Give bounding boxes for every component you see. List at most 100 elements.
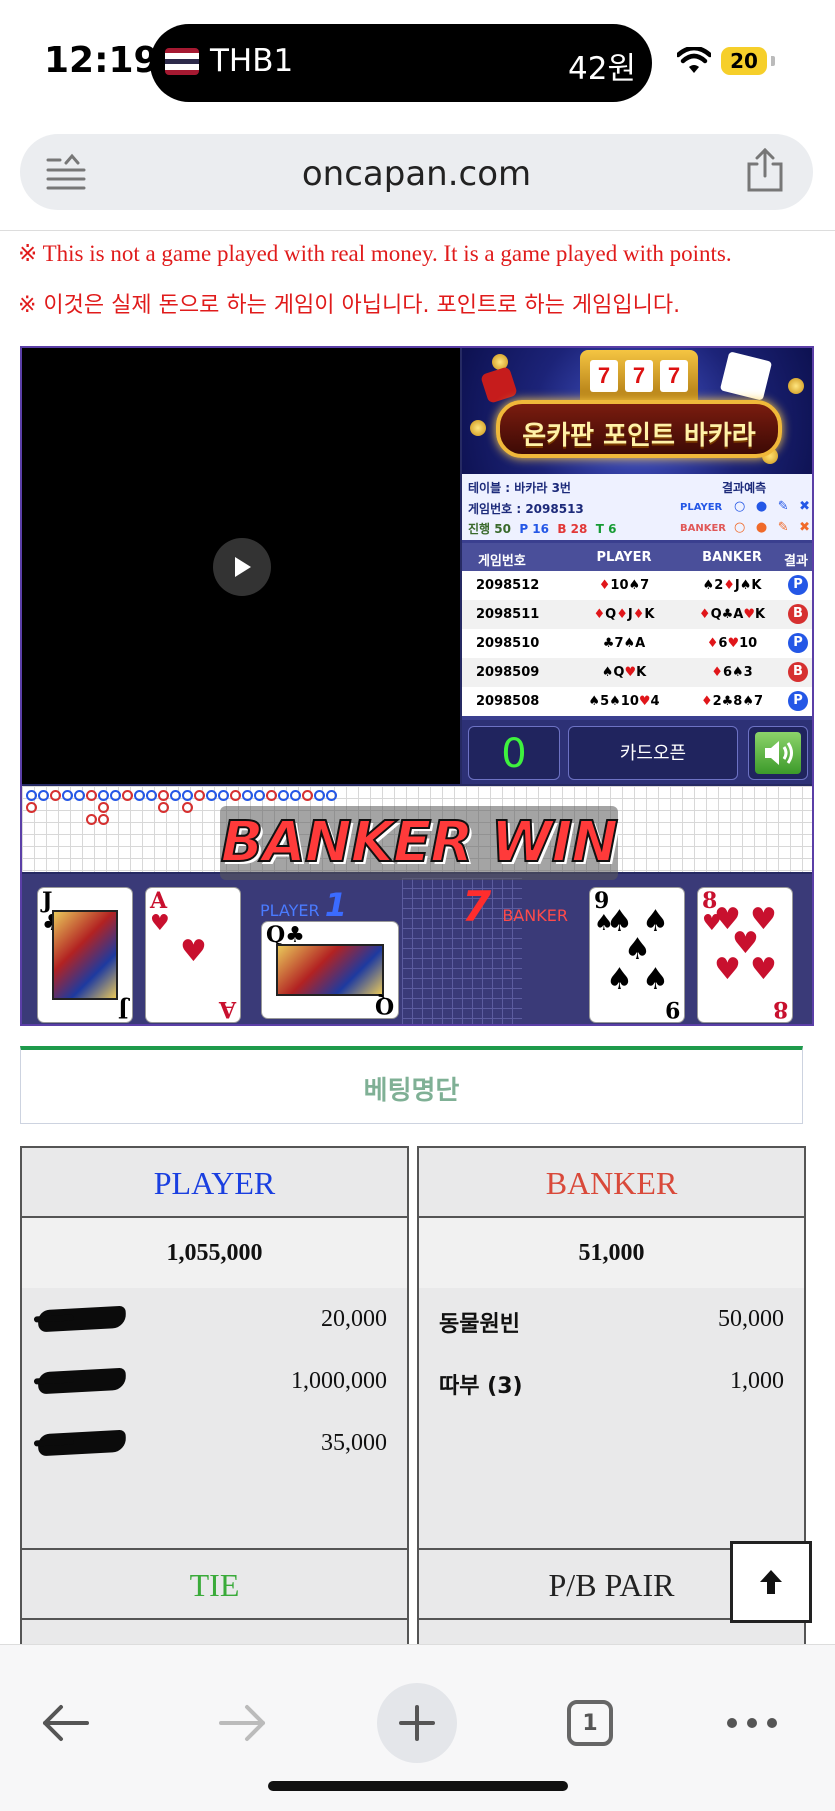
card-index: A ♥ (150, 888, 170, 936)
tab-count: 1 (567, 1700, 613, 1746)
results-header: 게임번호 PLAYER BANKER 결과 (462, 543, 812, 571)
banker-bets-title: BANKER (419, 1148, 804, 1218)
result-row: 2098511 ♦Q♦J♦K ♦Q♣A♥K B (462, 600, 812, 629)
slot-reel: 7 (660, 360, 688, 392)
wifi-icon (677, 47, 711, 73)
card-index: 8 (772, 996, 788, 1022)
result-game-number: 2098511 (476, 607, 540, 622)
url-divider (0, 230, 835, 231)
share-icon[interactable] (745, 148, 785, 192)
road-marker (158, 790, 169, 801)
result-player-cards: ♣7♠A (602, 636, 646, 651)
card-deal-area: J♣ J A♥ ♥ A PLAYER 1 Q♣ Q 7 BANKER 9♠ ♠ … (22, 874, 812, 1024)
player-win-count: P 16 (519, 522, 549, 536)
back-button[interactable] (26, 1683, 106, 1763)
banker-bets-panel: BANKER 51,000 동물원빈 50,000 따부 (3) 1,000 (417, 1146, 806, 1550)
result-player-cards: ♠Q♥K (601, 665, 647, 680)
prediction-player-buttons[interactable]: ○ ● ✎ ✖ (734, 499, 812, 514)
scroll-to-top-button[interactable] (730, 1541, 812, 1623)
notice-korean: ※ 이것은 실제 돈으로 하는 게임이 아닙니다. 포인트로 하는 게임입니다. (18, 293, 681, 318)
banker-bets-total: 51,000 (419, 1218, 804, 1288)
new-tab-button[interactable] (377, 1683, 457, 1763)
road-marker (290, 790, 301, 801)
result-row: 2098508 ♠5♠10♥4 ♦2♣8♠7 P (462, 687, 812, 716)
result-game-number: 2098509 (476, 665, 540, 680)
road-marker (170, 790, 181, 801)
url-bar[interactable]: oncapan.com (20, 134, 813, 210)
bettor-name: 동물원빈 (439, 1312, 520, 1337)
road-marker (146, 790, 157, 801)
card-open-button[interactable]: 카드오픈 (568, 726, 738, 780)
tie-bets-title: TIE (22, 1550, 407, 1620)
banker-card-1: 9 ♠ ♠ ♠ ♠ ♠ ♠ 9 (590, 888, 684, 1022)
road-marker (62, 790, 73, 801)
road-marker (182, 802, 193, 813)
road-marker (122, 790, 133, 801)
bet-row: 동물원빈 50,000 (419, 1300, 804, 1340)
result-game-number: 2098512 (476, 578, 540, 593)
road-marker (194, 790, 205, 801)
status-bar: 12:19 THB1 42원 20 (0, 0, 835, 120)
player-bets-total: 1,055,000 (22, 1218, 407, 1288)
battery-icon: 20 (721, 47, 767, 75)
result-badge: P (788, 691, 808, 711)
result-banker-cards: ♦6♥10 (706, 636, 758, 651)
result-banker-cards: ♦2♣8♠7 (700, 694, 764, 709)
road-marker (314, 790, 325, 801)
video-player[interactable] (22, 348, 460, 784)
header-game-no: 게임번호 (478, 554, 526, 569)
results-rows: 2098512 ♦10♠7 ♠2♦J♠K P 2098511 ♦Q♦J♦K ♦Q♣A♥K B 2… (462, 571, 812, 716)
result-badge: B (788, 662, 808, 682)
bet-row: 20,000 (22, 1300, 407, 1340)
card-index: 9 (664, 996, 680, 1022)
road-marker (74, 790, 85, 801)
bet-row: 35,000 (22, 1424, 407, 1464)
results-table: 게임번호 PLAYER BANKER 결과 2098512 ♦10♠7 ♠2♦J♠K… (462, 543, 812, 716)
result-row: 2098510 ♣7♠A ♦6♥10 P (462, 629, 812, 658)
cards-decoration (719, 351, 773, 401)
island-ticker: THB1 (210, 43, 294, 79)
forward-button[interactable] (202, 1683, 282, 1763)
url-text[interactable]: oncapan.com (20, 154, 813, 194)
plus-icon (399, 1705, 435, 1741)
play-button[interactable] (213, 538, 271, 596)
header-result: 결과 (784, 554, 808, 569)
road-marker (278, 790, 289, 801)
result-banker-cards: ♠2♦J♠K (702, 578, 762, 593)
player-score: PLAYER 1 (260, 886, 347, 924)
banker-label: BANKER (502, 906, 568, 925)
prediction-player-label: PLAYER (680, 502, 723, 513)
bet-amount: 35,000 (321, 1430, 387, 1456)
betting-list-label: 베팅명단 (363, 1076, 460, 1106)
more-button[interactable] (712, 1683, 792, 1763)
progress-count: 진행 50 (468, 522, 511, 536)
road-marker (26, 802, 37, 813)
sound-button[interactable] (748, 726, 808, 780)
game-info: 테이블 : 바카라 3번 결과예측 게임번호 : 2098513 PLAYER … (462, 474, 812, 540)
road-marker (26, 790, 37, 801)
speaker-icon (755, 732, 801, 774)
result-banner-text: BANKER WIN (220, 809, 620, 876)
banker-win-count: B 28 (557, 522, 588, 536)
road-marker (326, 790, 337, 801)
result-game-number: 2098508 (476, 694, 540, 709)
player-card-2: A ♥ ♥ A (146, 888, 240, 1022)
game-number-label: 게임번호 : 2098513 (468, 502, 584, 516)
status-time: 12:19 (44, 40, 159, 81)
arrow-right-icon (219, 1705, 265, 1741)
result-banker-cards: ♦6♠3 (711, 665, 753, 680)
bet-amount: 50,000 (718, 1306, 784, 1332)
tabs-button[interactable]: 1 (550, 1683, 630, 1763)
road-marker (98, 790, 109, 801)
prediction-banker-buttons[interactable]: ○ ● ✎ ✖ (734, 520, 812, 535)
road-marker (134, 790, 145, 801)
dynamic-island[interactable]: THB1 42원 (150, 24, 652, 102)
bet-row: 따부 (3) 1,000 (419, 1362, 804, 1402)
redacted-name (37, 1367, 127, 1395)
road-marker (98, 814, 109, 825)
slot-reel: 7 (590, 360, 618, 392)
game-side-panel: 7 7 7 온카판 포인트 바카라 테이블 : 바카라 3번 결과예측 게임번호… (462, 348, 812, 784)
road-marker (86, 790, 97, 801)
betting-list-tab[interactable]: 베팅명단 (20, 1046, 803, 1124)
result-banner: BANKER WIN (220, 806, 620, 880)
